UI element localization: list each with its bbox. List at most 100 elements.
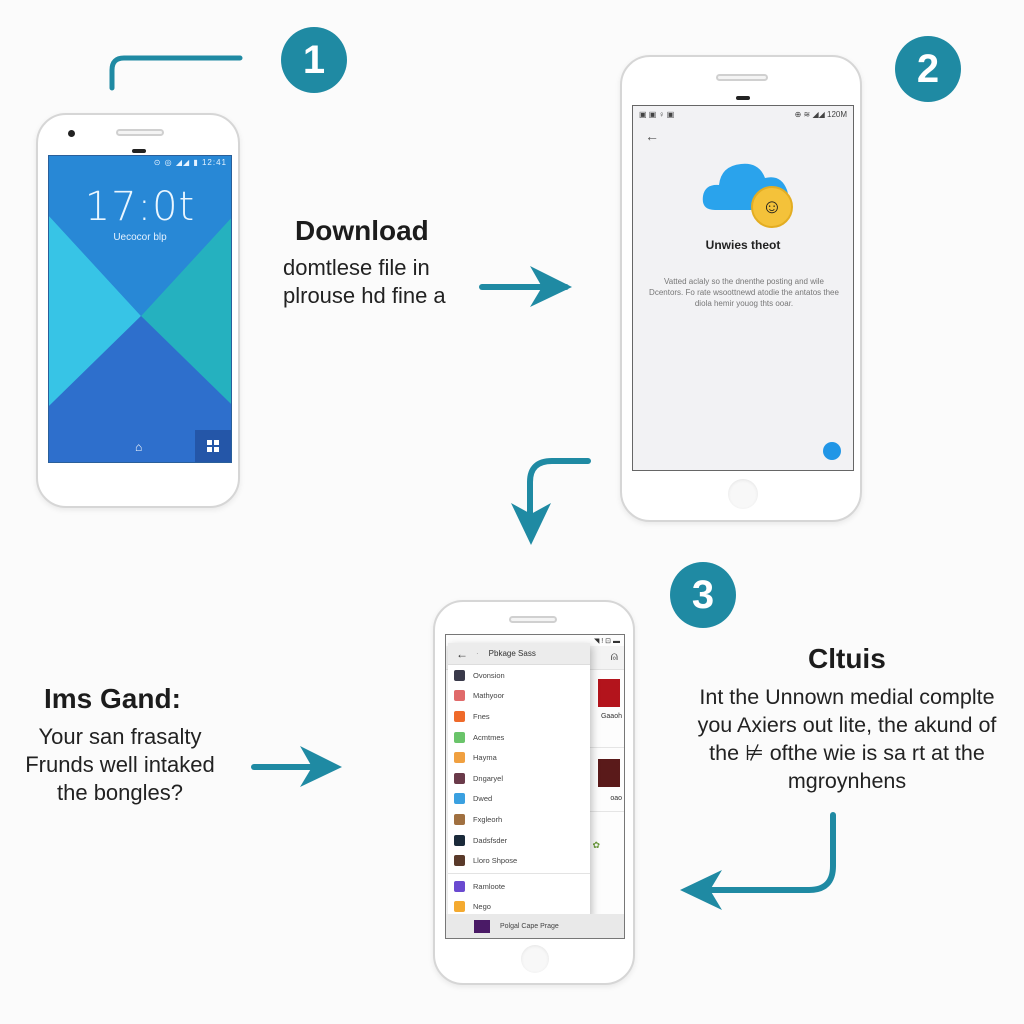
status-bar: ▣ ▣ ♀ ▣ ⊕ ≋ ◢◢ 120M: [639, 110, 847, 119]
bottom-bar[interactable]: Polgal Cape Prage: [446, 914, 624, 938]
background-label: oao: [610, 795, 622, 802]
back-arrow-icon[interactable]: ←: [456, 647, 468, 661]
drawer-item[interactable]: Dwed: [448, 789, 590, 810]
thumbnail: [598, 679, 620, 707]
cloud-icon: ☺: [701, 158, 793, 228]
drawer-item-label: Mathyoor: [473, 691, 505, 701]
navigation-drawer: ← · Pbkage Sass Ovonsion Mathyoor Fnes Acmt…: [448, 643, 590, 917]
app-icon: [454, 880, 465, 892]
front-camera: [68, 130, 75, 137]
app-icon: [454, 772, 465, 784]
leaf-icon: ✿: [592, 840, 600, 850]
avatar: ☺: [751, 186, 793, 228]
drawer-item[interactable]: Dngaryel: [448, 768, 590, 789]
app-icon: [454, 793, 465, 805]
app-icon: [454, 669, 465, 681]
left-line: the bongles?: [57, 780, 183, 805]
background-label: Gaaoh: [600, 713, 622, 720]
app-icon: [454, 690, 465, 702]
drawer-item-label: Fxgleorh: [473, 814, 503, 824]
left-line: Your san frasalty: [38, 724, 202, 749]
step1-description: domtlese file in plrouse hd fine a: [283, 254, 446, 310]
step-badge-3: 3: [670, 562, 736, 628]
drawer-title: Pbkage Sass: [488, 649, 536, 658]
step1-heading: Download: [295, 215, 429, 246]
phone-app-drawer: ◥ ! ⊡ ▬ ⍝ Gaaoh oao ✿ ← · Pbkage Sass Ov…: [433, 600, 635, 985]
step3-heading: Cltuis: [808, 643, 886, 674]
step3-line: the ⊭ ofthe wie is sa rt at the: [709, 741, 985, 765]
earpiece-speaker: [716, 74, 768, 81]
thumbnail: [598, 759, 620, 787]
drawer-item-label: Lloro Shpose: [473, 856, 518, 866]
step1-line: domtlese file in: [283, 255, 430, 280]
arrow-return-icon: [680, 812, 836, 910]
step3-description: Int the Unnown medial complte you Axiers…: [672, 683, 1022, 795]
phone-cloud-screen: ▣ ▣ ♀ ▣ ⊕ ≋ ◢◢ 120M ← ☺ Unwies theot Vat…: [620, 55, 862, 522]
step3-line: mgroynhens: [787, 769, 907, 793]
separator-dot: ·: [476, 649, 479, 658]
drawer-list: Ovonsion Mathyoor Fnes Acmtmes Hayma Dngaryel…: [448, 665, 590, 917]
drawer-item-label: Dngaryel: [473, 773, 504, 783]
app-icon: [454, 813, 465, 825]
home-button[interactable]: [728, 479, 758, 509]
drawer-divider: [448, 872, 590, 874]
status-bar: ⊙ ◎ ◢◢ ▮ 12:41: [153, 158, 227, 167]
drawer-item[interactable]: Fnes: [448, 706, 590, 727]
home-button[interactable]: [521, 945, 549, 973]
drawer-item-label: Nego: [473, 902, 491, 912]
sensor-bar: [736, 96, 750, 100]
phone-lock-screen: ⊙ ◎ ◢◢ ▮ 12:41 17:0t Uecocor blp ⌂: [36, 113, 240, 508]
left-heading: Ims Gand:: [44, 683, 181, 714]
app-icon: [454, 710, 465, 722]
lock-date: Uecocor blp: [113, 232, 167, 243]
drawer-item[interactable]: Dadsfsder: [448, 830, 590, 851]
home-icon[interactable]: ⌂: [135, 440, 142, 454]
drawer-header: ← · Pbkage Sass: [448, 643, 590, 665]
left-line: Frunds well intaked: [25, 752, 215, 777]
step-badge-2: 2: [895, 36, 961, 102]
drawer-item[interactable]: Acmtmes: [448, 727, 590, 748]
status-right: ⊕ ≋ ◢◢ 120M: [794, 110, 847, 119]
sensor-bar: [132, 149, 146, 153]
drawer-item[interactable]: Fxgleorh: [448, 809, 590, 830]
divider: [584, 747, 624, 748]
drawer-item-label: Fnes: [473, 711, 490, 721]
lock-screen[interactable]: ⊙ ◎ ◢◢ ▮ 12:41 17:0t Uecocor blp ⌂: [48, 155, 232, 463]
earpiece-speaker: [116, 129, 164, 136]
drawer-item-label: Ramloote: [473, 881, 506, 891]
drawer-item[interactable]: Ovonsion: [448, 665, 590, 686]
drawer-item-label: Ovonsion: [473, 670, 505, 680]
screen-description: Vatted aclaly so the dnenthe posting and…: [649, 277, 839, 308]
status-bar: ◥ ! ⊡ ▬: [593, 638, 620, 645]
earpiece-speaker: [509, 616, 557, 623]
back-arrow-icon[interactable]: ←: [645, 128, 659, 144]
drawer-item[interactable]: Ramloote: [448, 876, 590, 897]
share-icon[interactable]: ⍝: [611, 649, 618, 664]
app-thumbnail-icon: [474, 919, 490, 933]
step-badge-1: 1: [281, 27, 347, 93]
drawer-item[interactable]: Hayma: [448, 747, 590, 768]
step1-line: plrouse hd fine a: [283, 283, 446, 308]
drawer-item-label: Dwed: [473, 794, 493, 804]
screen-title: Unwies theot: [705, 238, 781, 252]
app-icon: [454, 901, 465, 913]
status-left: ▣ ▣ ♀ ▣: [639, 110, 675, 119]
app-icon: [454, 834, 465, 846]
refresh-icon[interactable]: [823, 442, 841, 460]
grid-icon[interactable]: [195, 430, 231, 462]
step3-line: you Axiers out lite, the akund of: [697, 713, 997, 737]
step3-line: Int the Unnown medial complte: [699, 685, 995, 709]
divider: [584, 811, 624, 812]
cloud-screen: ▣ ▣ ♀ ▣ ⊕ ≋ ◢◢ 120M ← ☺ Unwies theot Vat…: [632, 105, 854, 471]
lock-clock: 17:0t: [84, 184, 196, 230]
drawer-item-label: Hayma: [473, 753, 497, 763]
left-description: Your san frasalty Frunds well intaked th…: [10, 723, 230, 807]
app-icon: [454, 752, 465, 764]
drawer-item[interactable]: Lloro Shpose: [448, 850, 590, 871]
drawer-item[interactable]: Mathyoor: [448, 686, 590, 707]
drawer-item-label: Dadsfsder: [473, 835, 508, 845]
app-screen: ◥ ! ⊡ ▬ ⍝ Gaaoh oao ✿ ← · Pbkage Sass Ov…: [445, 634, 625, 939]
app-icon: [454, 731, 465, 743]
bottom-bar-label: Polgal Cape Prage: [500, 922, 559, 930]
drawer-item-label: Acmtmes: [473, 732, 505, 742]
